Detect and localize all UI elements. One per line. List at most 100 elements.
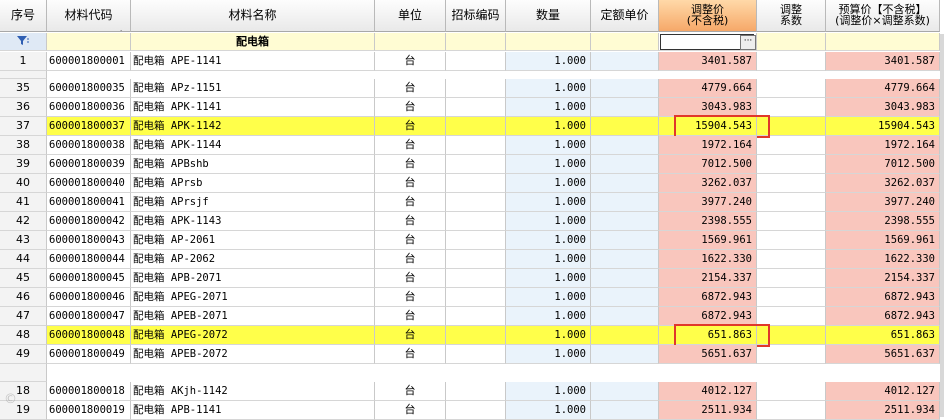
filter-adjusted-cell[interactable]: ··· <box>659 33 757 51</box>
table-row[interactable]: 19 600001800019 配电箱 APB-1141 台 1.000 251… <box>0 401 944 420</box>
fixed-unit-price[interactable] <box>591 250 659 269</box>
filter-coef-cell[interactable] <box>757 33 826 51</box>
unit[interactable]: 台 <box>375 231 446 250</box>
table-row[interactable]: 38 600001800038 配电箱 APK-1144 台 1.000 197… <box>0 136 944 155</box>
bid-code[interactable] <box>446 136 506 155</box>
fixed-unit-price[interactable] <box>591 212 659 231</box>
fixed-unit-price[interactable] <box>591 155 659 174</box>
header-material-name[interactable]: 材料名称 <box>131 0 375 32</box>
adjust-coefficient[interactable] <box>757 401 826 420</box>
budget-price[interactable]: 651.863 <box>826 326 940 345</box>
table-row[interactable]: 36 600001800036 配电箱 APK-1141 台 1.000 304… <box>0 98 944 117</box>
adjusted-price[interactable]: 6872.943 <box>659 288 757 307</box>
material-code[interactable]: 600001800046 <box>47 288 131 307</box>
bid-code[interactable] <box>446 345 506 364</box>
bid-code[interactable] <box>446 231 506 250</box>
adjust-coefficient[interactable] <box>757 79 826 98</box>
bid-code[interactable] <box>446 288 506 307</box>
material-code[interactable]: 600001800044 <box>47 250 131 269</box>
header-fixed-unit-price[interactable]: 定额单价 <box>591 0 659 32</box>
material-code[interactable]: 600001800048 <box>47 326 131 345</box>
material-code[interactable]: 600001800036 <box>47 98 131 117</box>
header-quantity[interactable]: 数量 <box>506 0 591 32</box>
quantity[interactable]: 1.000 <box>506 250 591 269</box>
filter-qty-cell[interactable] <box>506 33 591 51</box>
unit[interactable]: 台 <box>375 326 446 345</box>
material-code[interactable]: 600001800038 <box>47 136 131 155</box>
table-row[interactable]: 41 600001800041 配电箱 APrsjf 台 1.000 3977.… <box>0 193 944 212</box>
unit[interactable]: 台 <box>375 307 446 326</box>
fixed-unit-price[interactable] <box>591 269 659 288</box>
filter-name-cell[interactable]: 配电箱 <box>131 33 375 51</box>
budget-price[interactable]: 3977.240 <box>826 193 940 212</box>
unit[interactable]: 台 <box>375 269 446 288</box>
material-name[interactable]: 配电箱 APK-1141 <box>131 98 375 117</box>
fixed-unit-price[interactable] <box>591 52 659 71</box>
unit[interactable]: 台 <box>375 136 446 155</box>
bid-code[interactable] <box>446 382 506 401</box>
bid-code[interactable] <box>446 98 506 117</box>
filter-unit-cell[interactable] <box>375 33 446 51</box>
header-budget-price[interactable]: 预算价【不含税】 (调整价×调整系数) <box>826 0 940 32</box>
unit[interactable]: 台 <box>375 155 446 174</box>
material-name[interactable]: 配电箱 APEB-2072 <box>131 345 375 364</box>
budget-price[interactable]: 7012.500 <box>826 155 940 174</box>
bid-code[interactable] <box>446 250 506 269</box>
unit[interactable]: 台 <box>375 79 446 98</box>
quantity[interactable]: 1.000 <box>506 117 591 136</box>
header-adjusted-price[interactable]: 调整价 (不含税) <box>659 0 757 32</box>
table-row[interactable]: 44 600001800044 配电箱 AP-2062 台 1.000 1622… <box>0 250 944 269</box>
table-row[interactable]: 37 600001800037 配电箱 APK-1142 台 1.000 159… <box>0 115 944 138</box>
material-name[interactable]: 配电箱 APK-1142 <box>131 117 375 136</box>
adjusted-price[interactable]: 2511.934 <box>659 401 757 420</box>
unit[interactable]: 台 <box>375 193 446 212</box>
adjust-coefficient[interactable] <box>757 382 826 401</box>
quantity[interactable]: 1.000 <box>506 326 591 345</box>
adjusted-price[interactable]: 5651.637 <box>659 345 757 364</box>
material-code[interactable]: 600001800040 <box>47 174 131 193</box>
unit[interactable]: 台 <box>375 52 446 71</box>
material-code[interactable]: 600001800019 <box>47 401 131 420</box>
budget-price[interactable]: 5651.637 <box>826 345 940 364</box>
fixed-unit-price[interactable] <box>591 401 659 420</box>
material-code[interactable]: 600001800047 <box>47 307 131 326</box>
bid-code[interactable] <box>446 174 506 193</box>
table-row[interactable]: 49 600001800049 配电箱 APEB-2072 台 1.000 56… <box>0 345 944 364</box>
material-name[interactable]: 配电箱 APrsjf <box>131 193 375 212</box>
unit[interactable]: 台 <box>375 174 446 193</box>
material-code[interactable]: 600001800001 <box>47 52 131 71</box>
unit[interactable]: 台 <box>375 212 446 231</box>
table-row[interactable]: 43 600001800043 配电箱 AP-2061 台 1.000 1569… <box>0 231 944 250</box>
material-name[interactable]: 配电箱 APB-1141 <box>131 401 375 420</box>
adjusted-price[interactable]: 1972.164 <box>659 136 757 155</box>
filter-code-cell[interactable] <box>47 33 131 51</box>
ellipsis-button[interactable]: ··· <box>740 35 756 50</box>
quantity[interactable]: 1.000 <box>506 79 591 98</box>
material-code[interactable]: 600001800039 <box>47 155 131 174</box>
material-name[interactable]: 配电箱 APz-1151 <box>131 79 375 98</box>
fixed-unit-price[interactable] <box>591 98 659 117</box>
bid-code[interactable] <box>446 401 506 420</box>
fixed-unit-price[interactable] <box>591 174 659 193</box>
material-name[interactable]: 配电箱 APK-1144 <box>131 136 375 155</box>
table-row[interactable]: 39 600001800039 配电箱 APBshb 台 1.000 7012.… <box>0 155 944 174</box>
table-row[interactable]: 48 600001800048 配电箱 APEG-2072 台 1.000 65… <box>0 324 944 347</box>
adjusted-price[interactable]: 2154.337 <box>659 269 757 288</box>
bid-code[interactable] <box>446 193 506 212</box>
table-row[interactable]: 42 600001800042 配电箱 APK-1143 台 1.000 239… <box>0 212 944 231</box>
budget-price[interactable]: 4779.664 <box>826 79 940 98</box>
material-name[interactable]: 配电箱 APB-2071 <box>131 269 375 288</box>
quantity[interactable]: 1.000 <box>506 155 591 174</box>
table-row[interactable]: 45 600001800045 配电箱 APB-2071 台 1.000 215… <box>0 269 944 288</box>
adjust-coefficient[interactable] <box>757 250 826 269</box>
adjust-coefficient[interactable] <box>757 174 826 193</box>
fixed-unit-price[interactable] <box>591 382 659 401</box>
quantity[interactable]: 1.000 <box>506 193 591 212</box>
adjust-coefficient[interactable] <box>757 155 826 174</box>
header-adjust-coefficient[interactable]: 调整 系数 <box>757 0 826 32</box>
fixed-unit-price[interactable] <box>591 345 659 364</box>
material-name[interactable]: 配电箱 APEG-2072 <box>131 326 375 345</box>
fixed-unit-price[interactable] <box>591 288 659 307</box>
budget-price[interactable]: 6872.943 <box>826 288 940 307</box>
quantity[interactable]: 1.000 <box>506 231 591 250</box>
